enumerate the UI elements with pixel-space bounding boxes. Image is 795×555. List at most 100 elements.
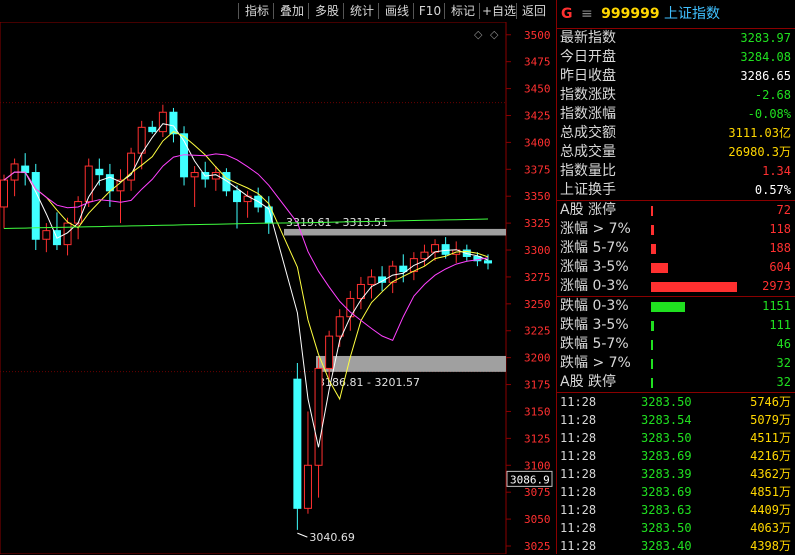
tick-time: 11:28 <box>560 503 597 517</box>
candle-body <box>74 201 83 224</box>
quote-value: 3286.65 <box>740 69 791 83</box>
tick-volume: 4511万 <box>750 431 791 445</box>
distribution-label: A股 跌停 <box>560 374 617 390</box>
distribution-row: 跌幅 > 7% 32 <box>557 354 795 373</box>
candle-body <box>21 165 30 174</box>
y-tick-label: 3225 <box>524 325 551 338</box>
distribution-bar <box>651 378 653 388</box>
tick-volume: 5079万 <box>750 413 791 427</box>
candle-body <box>441 244 450 255</box>
candle-body <box>420 251 429 260</box>
tick-price: 3283.39 <box>641 467 692 481</box>
tick-price: 3283.50 <box>641 395 692 409</box>
candle-body <box>95 168 104 176</box>
y-tick-label: 3175 <box>524 379 551 392</box>
toolbar-button-7[interactable]: +自选 <box>481 2 517 20</box>
distribution-value: 72 <box>776 203 791 217</box>
distribution-row: 涨幅 5-7% 188 <box>557 239 795 258</box>
distribution-row: 涨幅 > 7% 118 <box>557 220 795 239</box>
y-tick-label: 3075 <box>524 486 551 499</box>
toolbar-button-6[interactable]: 标记 <box>446 2 480 20</box>
distribution-label: 涨幅 0-3% <box>560 278 629 294</box>
menu-icon[interactable]: ≡ <box>581 6 593 22</box>
tick-price: 3283.40 <box>641 539 692 553</box>
distribution-bar <box>651 225 654 235</box>
kline-chart[interactable]: ◇ ◇ 3500 3475 3450 3425 3400 3375 3350 3325 3300 32… <box>0 22 556 554</box>
toolbar-button-2[interactable]: 多股 <box>310 2 344 20</box>
y-tick-label: 3125 <box>524 432 551 445</box>
quote-label: 总成交额 <box>560 125 616 141</box>
distribution-row: A股 涨停 72 <box>557 201 795 220</box>
distribution-label: 跌幅 5-7% <box>560 336 629 352</box>
distribution-row: 涨幅 3-5% 604 <box>557 258 795 277</box>
quote-panel: G ≡ 999999 上证指数 最新指数 3283.97 今日开盘 3284.08 昨日… <box>556 0 795 554</box>
quote-row: 指数涨跌 -2.68 <box>557 86 795 105</box>
quote-value: 3111.03亿 <box>728 126 791 140</box>
tick-volume: 4398万 <box>750 539 791 553</box>
toolbar-separator <box>378 3 379 19</box>
toolbar-button-8[interactable]: 返回 <box>518 2 550 20</box>
distribution-bar <box>651 206 653 216</box>
price-zone <box>284 228 506 236</box>
quote-label: 今日开盘 <box>560 49 616 65</box>
tick-volume: 5746万 <box>750 395 791 409</box>
y-tick-label: 3475 <box>524 56 551 69</box>
tick-row: 11:28 3283.50 4063万 <box>557 519 795 537</box>
distribution-bar <box>651 263 668 273</box>
candle-body <box>31 172 40 240</box>
tick-volume: 4063万 <box>750 521 791 535</box>
diamond-icon[interactable]: ◇ <box>490 28 499 41</box>
tick-price: 3283.50 <box>641 431 692 445</box>
distribution-bar <box>651 340 653 350</box>
kline-chart-area[interactable]: ◇ ◇ 3500 3475 3450 3425 3400 3375 3350 3325 3300 32… <box>0 22 556 554</box>
y-tick-label: 3150 <box>524 405 551 418</box>
candle-body <box>190 172 199 178</box>
distribution-row: 跌幅 5-7% 46 <box>557 335 795 354</box>
tick-time: 11:28 <box>560 521 597 535</box>
distribution-value: 188 <box>769 241 791 255</box>
toolbar-button-0[interactable]: 指标 <box>240 2 274 20</box>
quote-value: 3284.08 <box>740 50 791 64</box>
quote-value: -2.68 <box>754 88 791 102</box>
ma-line-short <box>3 123 489 448</box>
quote-row: 最新指数 3283.97 <box>557 29 795 48</box>
y-tick-label: 3300 <box>524 244 551 257</box>
candle-body <box>0 179 8 208</box>
tick-row: 11:28 3283.40 4398万 <box>557 537 795 555</box>
distribution-value: 2973 <box>762 279 791 293</box>
diamond-icon[interactable]: ◇ <box>474 28 483 41</box>
distribution-value: 1151 <box>762 299 791 313</box>
quote-value: 0.57% <box>754 183 791 197</box>
tick-time: 11:28 <box>560 431 597 445</box>
quote-label: 指数量比 <box>560 163 616 179</box>
tick-volume: 4362万 <box>750 467 791 481</box>
candle-body <box>314 367 323 466</box>
distribution-row: 跌幅 3-5% 111 <box>557 316 795 335</box>
tick-time: 11:28 <box>560 467 597 481</box>
tick-row: 11:28 3283.39 4362万 <box>557 465 795 483</box>
toolbar-separator <box>444 3 445 19</box>
quote-label: 总成交量 <box>560 144 616 160</box>
toolbar-separator <box>273 3 274 19</box>
candle-body <box>42 230 51 240</box>
tick-list[interactable]: 11:28 3283.50 5746万 11:28 3283.54 5079万 11:28 3… <box>557 393 795 555</box>
y-tick-label: 3275 <box>524 271 551 284</box>
toolbar-button-3[interactable]: 统计 <box>345 2 379 20</box>
toolbar-button-4[interactable]: 画线 <box>380 2 414 20</box>
toolbar-button-5[interactable]: F10 <box>415 2 445 20</box>
quote-row: 总成交额 3111.03亿 <box>557 124 795 143</box>
tick-time: 11:28 <box>560 413 597 427</box>
current-price-label: 3086.9 <box>510 473 550 486</box>
y-tick-label: 3375 <box>524 163 551 176</box>
tick-price: 3283.69 <box>641 485 692 499</box>
distribution-row: 跌幅 0-3% 1151 <box>557 297 795 316</box>
down-distribution: 跌幅 0-3% 1151 跌幅 3-5% 111 跌幅 5-7% 46 跌幅 > 7% 32 A… <box>557 297 795 393</box>
tick-price: 3283.50 <box>641 521 692 535</box>
quote-row: 今日开盘 3284.08 <box>557 48 795 67</box>
quote-value: 1.34 <box>762 164 791 178</box>
candle-body <box>399 265 408 273</box>
toolbar-button-1[interactable]: 叠加 <box>275 2 309 20</box>
y-tick-label: 3400 <box>524 136 551 149</box>
quote-label: 昨日收盘 <box>560 68 616 84</box>
distribution-label: A股 涨停 <box>560 202 617 218</box>
